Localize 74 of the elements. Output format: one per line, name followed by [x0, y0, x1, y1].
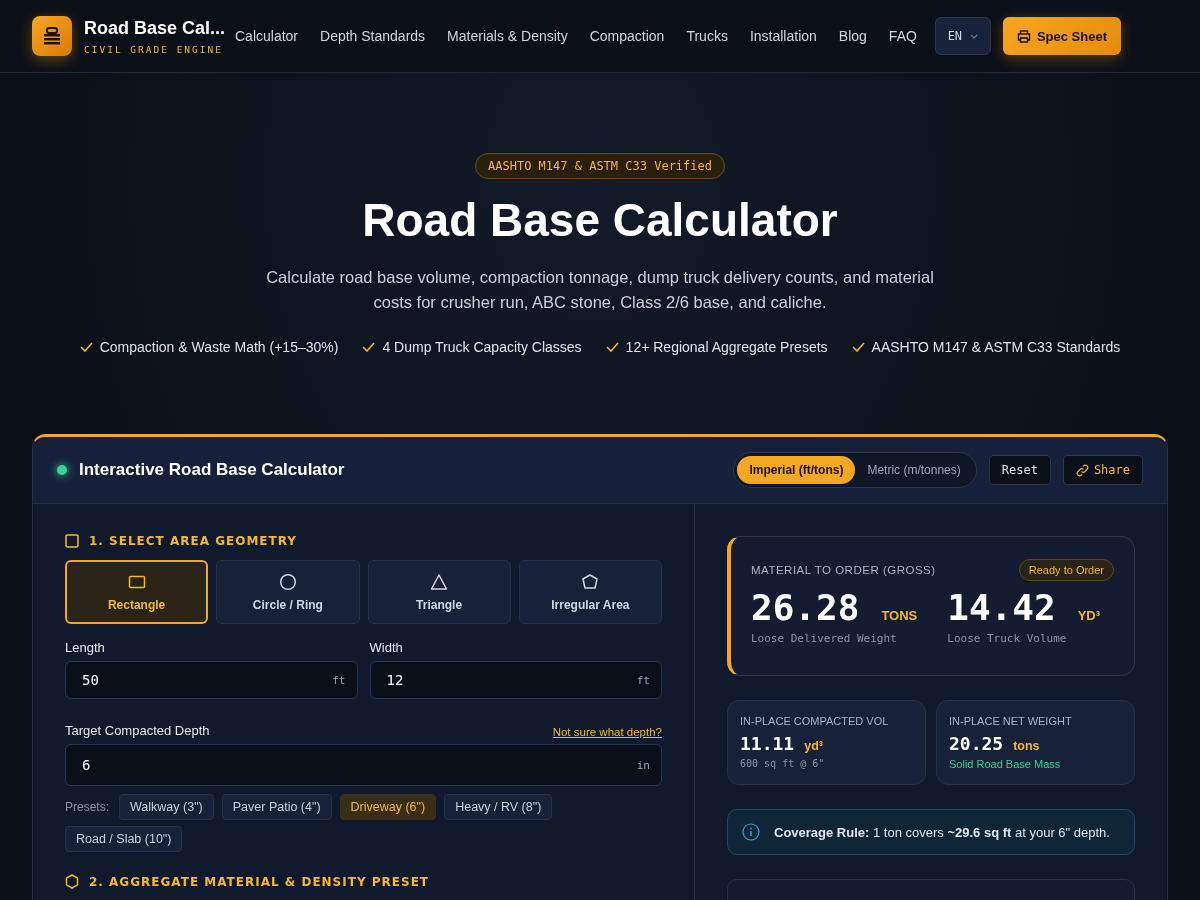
result-value: 14.42 — [947, 587, 1056, 628]
card-title: Interactive Road Base Calculator — [79, 460, 346, 480]
help-link[interactable]: Not sure what depth? — [552, 726, 662, 738]
status-dot — [57, 465, 67, 475]
preset-chip[interactable]: Heavy / RV (8") — [444, 794, 553, 820]
field-label: Target Compacted Depth — [65, 723, 210, 738]
stat-label: IN-PLACE NET WEIGHT — [949, 715, 1073, 727]
nav-link[interactable]: Compaction — [589, 28, 665, 44]
coverage-text: Coverage Rule: 1 ton covers ~29.6 sq ft at your 6" depth. — [774, 824, 1110, 840]
result-caption: Loose Delivered Weight — [751, 632, 898, 645]
section-heading: 1. SELECT AREA GEOMETRY — [89, 534, 297, 548]
logo-icon — [32, 16, 72, 56]
field-label: Length — [65, 640, 106, 655]
circle-icon — [278, 572, 297, 591]
feature-text: AASHTO M147 & ASTM C33 Standards — [871, 339, 1121, 355]
stat-value: 11.11 — [740, 733, 795, 754]
preset-chip[interactable]: Walkway (3") — [119, 794, 214, 820]
section-heading: 2. AGGREGATE MATERIAL & DENSITY PRESET — [89, 874, 430, 889]
status-badge: Ready to Order — [1018, 559, 1114, 581]
square-icon — [65, 534, 79, 548]
stat-note: Solid Road Base Mass — [949, 758, 1062, 770]
brand-tagline: CIVIL GRADE ENGINE — [84, 43, 221, 55]
nav-link[interactable]: Installation — [749, 28, 817, 44]
link-icon — [1075, 463, 1089, 477]
triangle-icon — [430, 572, 449, 591]
preset-chip[interactable]: Paver Patio (4") — [221, 794, 332, 820]
nav-link[interactable]: Depth Standards — [320, 28, 426, 44]
preset-chip[interactable]: Road / Slab (10") — [65, 826, 183, 852]
feature-text: 4 Dump Truck Capacity Classes — [382, 339, 582, 355]
unit-label: ft — [636, 673, 650, 687]
spec-sheet-button[interactable]: Spec Sheet — [1002, 17, 1121, 55]
page-title: Road Base Calculator — [362, 193, 838, 247]
stat-note: 600 sq ft @ 6" — [740, 758, 826, 769]
check-icon — [79, 342, 93, 352]
result-caption: Loose Truck Volume — [947, 632, 1068, 645]
info-icon — [742, 823, 760, 841]
stat-unit: yd³ — [804, 739, 823, 753]
shape-option[interactable]: Circle / Ring — [216, 560, 360, 624]
nav-link[interactable]: FAQ — [888, 28, 917, 44]
shape-option[interactable]: Rectangle — [65, 560, 209, 624]
reset-button[interactable]: Reset — [988, 455, 1051, 485]
stat-label: IN-PLACE COMPACTED VOL — [740, 715, 890, 727]
field-label: Width — [369, 640, 404, 655]
nav-link[interactable]: Blog — [838, 28, 867, 44]
share-button[interactable]: Share — [1062, 455, 1143, 485]
feature-text: Compaction & Waste Math (+15–30%) — [99, 339, 339, 355]
chevron-down-icon — [970, 33, 979, 39]
nav-link[interactable]: Materials & Density — [447, 28, 568, 44]
pentagon-icon — [581, 572, 600, 591]
result-unit: TONS — [881, 608, 918, 623]
check-icon — [851, 342, 865, 352]
feature-text: 12+ Regional Aggregate Presets — [625, 339, 828, 355]
check-icon — [605, 342, 619, 352]
unit-option[interactable]: Metric (m/tonnes) — [855, 456, 973, 484]
result-unit: YD³ — [1077, 608, 1101, 623]
presets-label: Presets: — [65, 800, 109, 814]
stat-unit: tons — [1013, 739, 1040, 753]
stat-value: 20.25 — [949, 733, 1004, 754]
result-value: 26.28 — [751, 587, 860, 628]
preset-chip[interactable]: Driveway (6") — [339, 794, 437, 820]
unit-label: ft — [332, 673, 346, 687]
shape-option[interactable]: Triangle — [367, 560, 511, 624]
language-select[interactable]: EN — [934, 17, 991, 55]
summary-label: MATERIAL TO ORDER (GROSS) — [751, 564, 936, 576]
verification-badge: AASHTO M147 & ASTM C33 Verified — [475, 153, 725, 179]
unit-option[interactable]: Imperial (ft/tons) — [737, 456, 856, 484]
nav-link[interactable]: Calculator — [235, 28, 299, 44]
check-icon — [362, 342, 376, 352]
shape-option[interactable]: Irregular Area — [518, 560, 662, 624]
unit-label: in — [636, 758, 650, 772]
hexagon-icon — [65, 874, 79, 889]
page-description: Calculate road base volume, compaction tonnage, dump truck delivery counts, and material costs for crusher run, ABC stone, Class 2/6 base, and caliche. — [265, 267, 935, 313]
printer-icon — [1016, 29, 1031, 43]
nav-link[interactable]: Trucks — [686, 28, 728, 44]
